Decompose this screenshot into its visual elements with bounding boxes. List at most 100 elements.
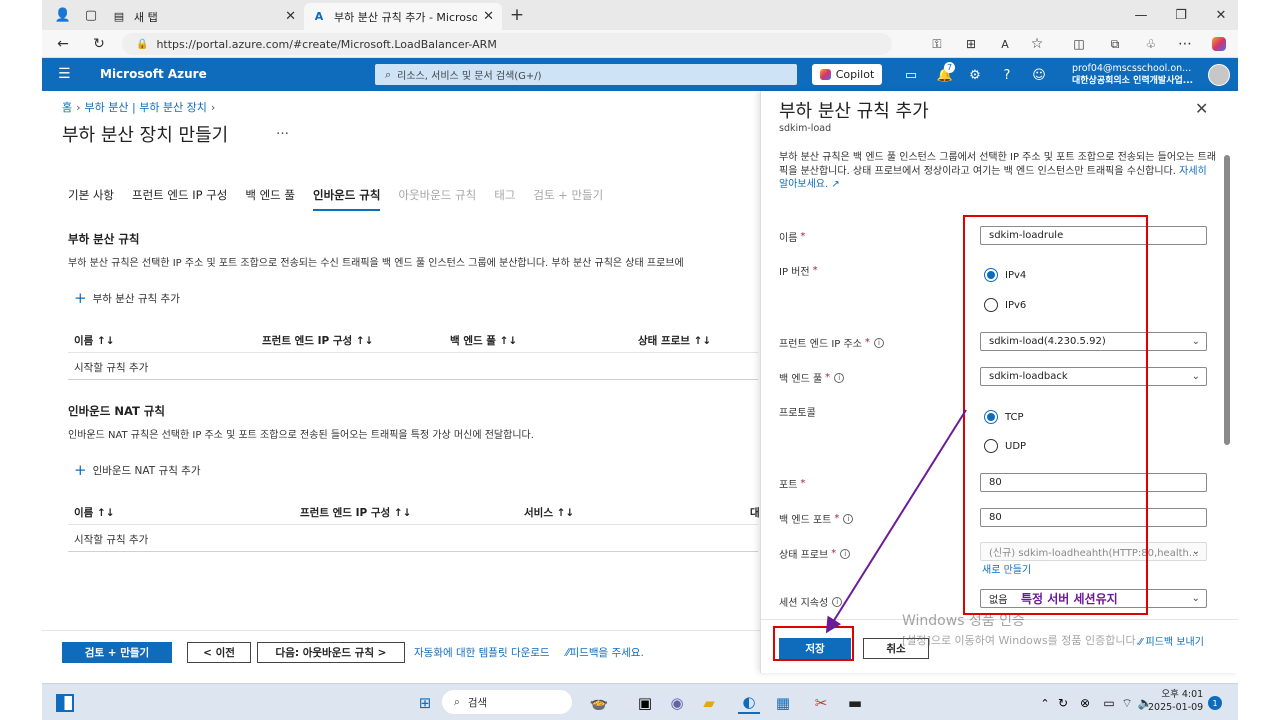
favorite-star-icon[interactable]: ☆ (1026, 34, 1048, 54)
settings-gear-icon[interactable]: ⚙ (966, 66, 984, 84)
column-header[interactable]: 이름 ↑↓ (74, 333, 115, 348)
search-highlight-icon[interactable]: 🍲 (588, 692, 610, 714)
close-window-icon[interactable]: ✕ (1210, 5, 1232, 25)
browser-tab-azure[interactable]: A 부하 분산 규칙 추가 - Microsoft A ✕ (304, 3, 502, 30)
name-label: 이름 * (779, 231, 806, 244)
read-aloud-icon[interactable]: A (994, 34, 1016, 54)
close-tab-icon[interactable]: ✕ (483, 9, 494, 24)
tab-basics[interactable]: 기본 사항 (68, 187, 114, 211)
review-create-button[interactable]: 검토 + 만들기 (62, 642, 172, 663)
restore-icon[interactable]: ❐ (1170, 5, 1192, 25)
column-header[interactable]: 프런트 엔드 IP 구성 ↑↓ (262, 333, 373, 348)
backend-pool-select[interactable]: sdkim-loadback ⌄ (980, 367, 1207, 386)
widgets-icon[interactable] (54, 692, 76, 714)
chevron-down-icon: ⌄ (1191, 593, 1200, 604)
send-feedback-link[interactable]: ⁄⁄ 피드백 보내기 (1139, 633, 1204, 648)
error-icon[interactable]: ⊗ (1074, 692, 1096, 714)
copilot-logo-icon (819, 69, 831, 80)
taskbar-clock[interactable]: 오후 4:01 2025-01-09 (1148, 688, 1203, 714)
add-lb-rule-button[interactable]: + 부하 분산 규칙 추가 (74, 289, 180, 307)
taskbar-search-input[interactable]: ⌕ 검색 (442, 690, 572, 714)
browser-tab-strip: 👤 ▢ ▤ 새 탭 ✕ A 부하 분산 규칙 추가 - Microsoft A … (42, 0, 1238, 30)
lock-icon: 🔒 (136, 38, 149, 50)
ipv4-radio[interactable]: IPv4 (984, 268, 1026, 282)
column-header[interactable]: 이름 ↑↓ (74, 505, 115, 520)
browser-tab-new[interactable]: ▤ 새 탭 ✕ (104, 3, 304, 30)
info-icon: i (840, 548, 851, 559)
sync-icon[interactable]: ↻ (1052, 692, 1074, 714)
health-probe-select[interactable]: (신규) sdkim-loadheahth(HTTP:80,health... ⌄ (980, 542, 1207, 561)
key-icon[interactable]: ⚿ (926, 34, 948, 54)
tab-actions-icon[interactable]: ▢ (80, 5, 102, 25)
back-icon[interactable]: ← (52, 34, 74, 54)
tab-frontend-ip[interactable]: 프런트 엔드 IP 구성 (132, 187, 227, 211)
new-tab-button[interactable]: + (506, 5, 528, 25)
lb-rules-description: 부하 분산 규칙은 선택한 IP 주소 및 포트 조합으로 전송되는 수신 트래… (68, 258, 684, 269)
tcp-radio[interactable]: TCP (984, 410, 1024, 424)
tab-inbound-rules[interactable]: 인바운드 규칙 (312, 187, 381, 211)
notification-badge[interactable]: 1 (1208, 696, 1222, 710)
lb-rules-title: 부하 분산 규칙 (68, 232, 140, 246)
tab-tags[interactable]: 태그 (494, 187, 515, 211)
terminal-icon[interactable]: ▬ (844, 692, 866, 714)
lb-rules-table-header: 이름 ↑↓ 프런트 엔드 IP 구성 ↑↓ 백 엔드 풀 ↑↓ 상태 프로브 ↑… (68, 329, 758, 351)
tab-outbound-rules[interactable]: 아웃바운드 규칙 (398, 187, 476, 211)
breadcrumb: 홈 › 부하 분산 | 부하 분산 장치 › (62, 101, 216, 114)
breadcrumb-load-balancing[interactable]: 부하 분산 | 부하 분산 장치 (85, 101, 207, 114)
tab-backend-pool[interactable]: 백 엔드 풀 (245, 187, 295, 211)
backend-port-input[interactable]: 80 (980, 508, 1207, 527)
help-icon[interactable]: ? (998, 66, 1016, 84)
info-icon: i (834, 372, 845, 383)
column-header[interactable]: 백 엔드 풀 ↑↓ (450, 333, 517, 348)
teams-icon[interactable]: ◉ (666, 692, 688, 714)
snipping-tool-icon[interactable]: ✂ (810, 692, 832, 714)
port-input[interactable]: 80 (980, 473, 1207, 492)
frontend-ip-select[interactable]: sdkim-load(4.230.5.92) ⌄ (980, 332, 1207, 351)
chevron-down-icon: ⌄ (1191, 336, 1200, 347)
more-options-icon[interactable]: … (276, 123, 289, 138)
edge-browser-icon[interactable]: ◐ (738, 692, 760, 714)
minimize-icon[interactable]: — (1130, 5, 1152, 25)
hamburger-menu-icon[interactable]: ☰ (58, 66, 71, 82)
copilot-button[interactable]: Copilot (812, 64, 882, 85)
next-button[interactable]: 다음: 아웃바운드 규칙 > (257, 642, 405, 663)
tab-review-create[interactable]: 검토 + 만들기 (533, 187, 603, 211)
copilot-sidebar-icon[interactable] (1208, 34, 1230, 54)
ipv6-radio[interactable]: IPv6 (984, 298, 1026, 312)
rule-name-input[interactable]: sdkim-loadrule (980, 226, 1207, 245)
close-tab-icon[interactable]: ✕ (285, 9, 296, 24)
give-feedback-link[interactable]: ⁄⁄피드백을 주세요. (566, 645, 644, 660)
session-persistence-label: 세션 지속성 i (779, 594, 843, 609)
download-template-link[interactable]: 자동화에 대한 템플릿 다운로드 (414, 645, 550, 660)
close-icon[interactable]: ✕ (1195, 99, 1208, 118)
create-new-probe-link[interactable]: 새로 만들기 (982, 561, 1031, 576)
collections-icon[interactable]: ⧉ (1104, 34, 1126, 54)
account-info[interactable]: prof04@mscsschool.on... 대한상공회의소 인력개발사업..… (1072, 63, 1193, 87)
file-explorer-icon[interactable]: ▰ (698, 692, 720, 714)
url-input[interactable]: 🔒 https://portal.azure.com/#create/Micro… (122, 33, 892, 55)
azure-brand[interactable]: Microsoft Azure (100, 67, 207, 81)
feedback-icon[interactable]: ☺ (1030, 66, 1048, 84)
store-icon[interactable]: ▦ (772, 692, 794, 714)
more-menu-icon[interactable]: ⋯ (1174, 34, 1196, 54)
avatar[interactable] (1208, 64, 1230, 86)
column-header[interactable]: 서비스 ↑↓ (524, 505, 574, 520)
previous-button[interactable]: < 이전 (187, 642, 251, 663)
add-nat-rule-button[interactable]: + 인바운드 NAT 규칙 추가 (74, 461, 201, 479)
apps-icon[interactable]: ⊞ (960, 34, 982, 54)
extensions-icon[interactable]: ♧ (1140, 34, 1162, 54)
panel-scrollbar[interactable] (1224, 155, 1230, 445)
cloud-shell-icon[interactable]: ▭ (902, 66, 920, 84)
global-search-input[interactable]: ⌕ 리소스, 서비스 및 문서 검색(G+/) (375, 64, 797, 85)
split-screen-icon[interactable]: ◫ (1068, 34, 1090, 54)
task-view-icon[interactable]: ▣ (634, 692, 656, 714)
column-header[interactable]: 상태 프로브 ↑↓ (638, 333, 711, 348)
wizard-footer: 검토 + 만들기 < 이전 다음: 아웃바운드 규칙 > 자동화에 대한 템플릿… (42, 630, 760, 673)
udp-radio[interactable]: UDP (984, 439, 1026, 453)
start-windows-icon[interactable]: ⊞ (414, 692, 436, 714)
breadcrumb-home[interactable]: 홈 (62, 101, 72, 114)
profile-icon[interactable]: 👤 (52, 5, 74, 25)
refresh-icon[interactable]: ↻ (88, 34, 110, 54)
column-header[interactable]: 프런트 엔드 IP 구성 ↑↓ (300, 505, 411, 520)
save-button[interactable]: 저장 (779, 638, 851, 659)
